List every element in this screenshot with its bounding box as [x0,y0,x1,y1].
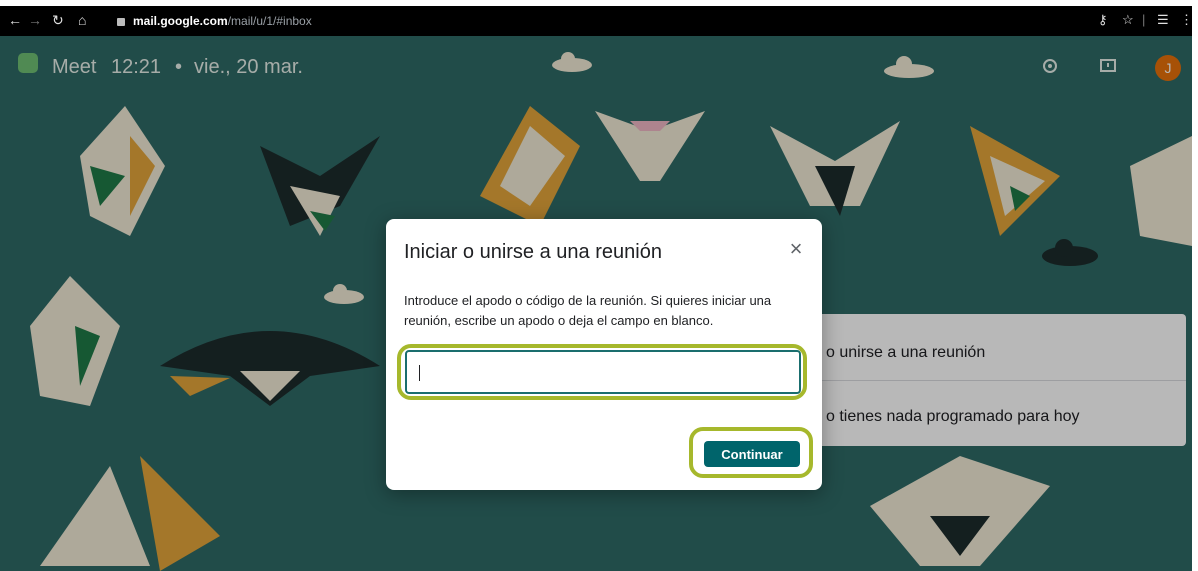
back-arrow-icon[interactable]: ← [8,10,22,30]
header-date: vie., 20 mar. [194,56,303,78]
close-icon[interactable]: × [784,237,808,261]
bird-illustration-icon [1130,136,1192,246]
header-separator: • [175,56,183,78]
bird-illustration-icon [80,106,165,236]
lock-icon [117,17,125,26]
forward-arrow-icon[interactable]: → [28,10,42,30]
bird-illustration-icon [595,111,705,181]
cloud-icon [1042,239,1098,266]
toolbar-divider: | [1142,12,1146,27]
dialog-title: Iniciar o unirse a una reunión [404,241,662,263]
join-meeting-option[interactable]: o unirse a una reunión [826,344,985,362]
address-bar[interactable]: mail.google.com/mail/u/1/#inbox [117,10,1077,32]
divider [796,380,1186,381]
app-name: Meet [52,56,97,78]
meet-logo-icon [18,53,38,73]
bird-illustration-icon [970,126,1060,236]
feedback-icon[interactable] [1100,58,1116,74]
join-meeting-dialog: Iniciar o unirse a una reunión × Introdu… [386,219,822,490]
playlist-icon[interactable]: ☰ [1157,10,1169,30]
bird-illustration-icon [160,331,380,406]
settings-gear-icon[interactable] [1042,58,1058,74]
reload-icon[interactable]: ↻ [52,10,64,30]
key-icon[interactable]: ⚷ [1098,10,1108,30]
dialog-description: Introduce el apodo o código de la reunió… [404,293,772,328]
menu-icon[interactable]: ⋮ [1180,10,1193,30]
text-caret [419,365,420,381]
star-icon[interactable]: ☆ [1122,10,1134,30]
bird-illustration-icon [480,106,580,226]
meeting-actions-card: o unirse a una reunión o tienes nada pro… [796,314,1186,446]
bird-illustration-icon [260,136,380,236]
no-meetings-text: o tienes nada programado para hoy [826,408,1080,425]
avatar[interactable]: J [1155,55,1181,81]
meeting-code-input[interactable] [405,350,801,394]
home-icon[interactable]: ⌂ [78,10,86,30]
url-host: mail.google.com [133,14,228,28]
meet-header: Meet 12:21 • vie., 20 mar. J [0,36,1192,100]
bird-illustration-icon [870,456,1050,566]
cloud-icon [324,284,364,304]
bird-illustration-icon [30,276,120,406]
continue-button[interactable]: Continuar [704,441,800,467]
clock-time: 12:21 [111,56,162,78]
bird-illustration-icon [40,456,220,571]
browser-toolbar: ← → ↻ ⌂ mail.google.com/mail/u/1/#inbox … [0,6,1193,36]
url-path: /mail/u/1/#inbox [227,14,312,28]
bird-illustration-icon [770,121,900,216]
